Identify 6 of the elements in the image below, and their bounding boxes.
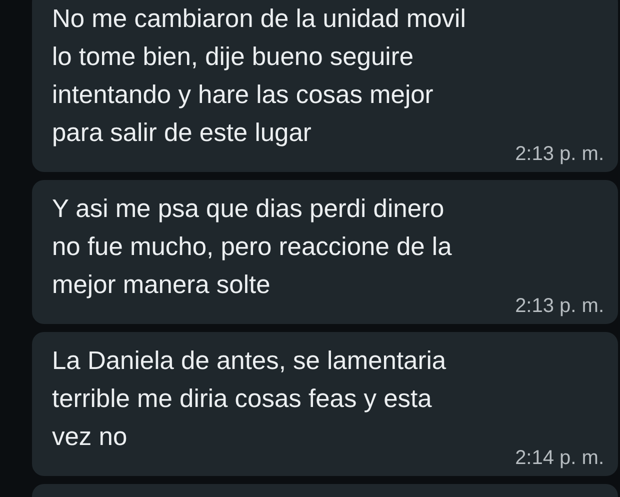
message-text: No me cambiaron de la unidad movil lo tome bien, dije bueno seguire intentando y hare las cosas mejor para salir de este lugar (52, 4, 467, 149)
message-time: 2:13 p. m. (515, 142, 604, 166)
message-text: La Daniela de antes, se lamentaria terrible me diria cosas feas y esta vez no (52, 346, 448, 453)
message-time: 2:14 p. m. (515, 446, 604, 470)
message-text: Y asi me psa que dias perdi dinero no fue mucho, pero reaccione de la mejor manera solte (52, 194, 453, 301)
message-time: 2:13 p. m. (515, 294, 604, 318)
